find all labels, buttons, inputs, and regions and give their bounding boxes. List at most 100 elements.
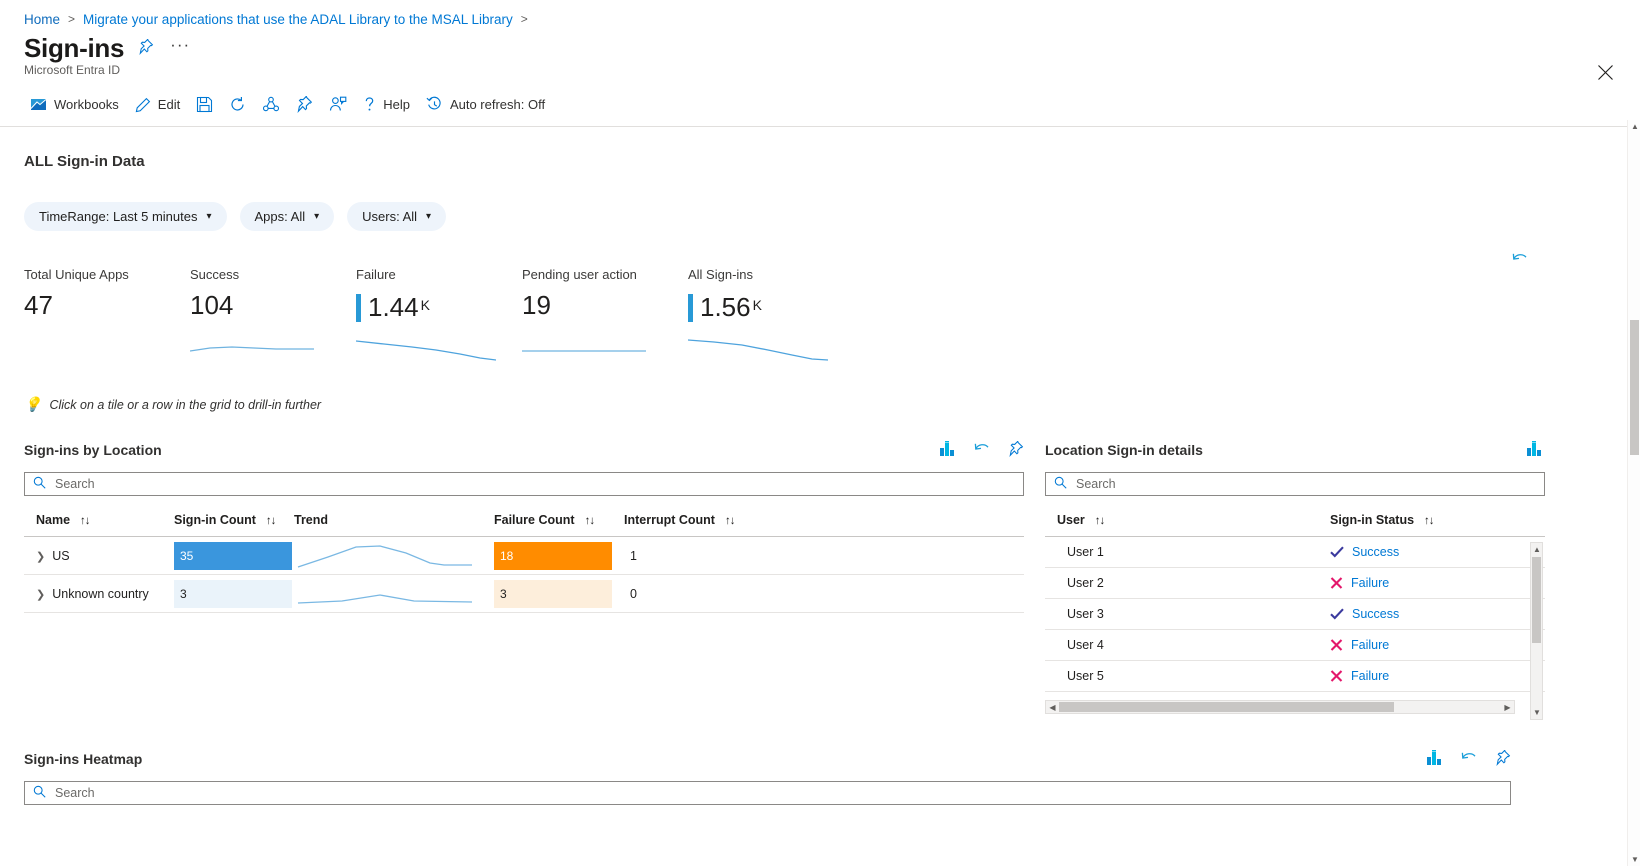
sort-icon[interactable]: ↑↓ xyxy=(725,515,735,527)
tile-all-signins[interactable]: All Sign-ins 1.56 K xyxy=(688,267,854,361)
chart-toggle-icon[interactable] xyxy=(940,441,958,459)
scroll-left-arrow-icon[interactable]: ◀ xyxy=(1046,703,1059,712)
tile-unit: K xyxy=(752,297,762,313)
edit-button[interactable]: Edit xyxy=(127,94,188,116)
expand-chevron-icon[interactable]: ❯ xyxy=(36,589,45,601)
table-row[interactable]: User 5 Failure xyxy=(1045,660,1545,692)
scroll-up-arrow-icon[interactable]: ▲ xyxy=(1533,545,1541,554)
vertical-scroll-thumb[interactable] xyxy=(1532,557,1541,643)
tile-pending-user-action[interactable]: Pending user action 19 xyxy=(522,267,688,352)
check-icon xyxy=(1330,608,1344,620)
table-row[interactable]: User 1 Success xyxy=(1045,536,1545,568)
signin-count-bar: 35 xyxy=(174,539,294,573)
chevron-down-icon: ▾ xyxy=(206,211,212,222)
table-row[interactable]: User 3 Success xyxy=(1045,598,1545,630)
sort-icon[interactable]: ↑↓ xyxy=(585,515,595,527)
table-row[interactable]: User 2 Failure xyxy=(1045,567,1545,599)
pin-icon[interactable] xyxy=(1495,748,1511,769)
bar-value: 35 xyxy=(180,548,194,563)
undo-icon[interactable] xyxy=(974,441,992,460)
filter-timerange[interactable]: TimeRange: Last 5 minutes ▾ xyxy=(24,202,227,231)
filter-users[interactable]: Users: All ▾ xyxy=(347,202,447,231)
column-header-name[interactable]: Name ↑↓ xyxy=(24,508,174,537)
table-header-row: Name ↑↓ Sign-in Count ↑↓ Trend Failure Cou… xyxy=(24,508,1024,537)
save-icon xyxy=(196,96,213,113)
scroll-right-arrow-icon[interactable]: ▶ xyxy=(1501,703,1514,712)
pin-icon[interactable] xyxy=(1008,439,1024,460)
auto-refresh-button[interactable]: Auto refresh: Off xyxy=(418,93,553,116)
column-header-user[interactable]: User ↑↓ xyxy=(1045,508,1330,537)
cell-signin-status: Failure xyxy=(1330,660,1545,692)
horizontal-scroll-thumb[interactable] xyxy=(1059,702,1394,712)
signins-by-location-table: Name ↑↓ Sign-in Count ↑↓ Trend Failure Cou… xyxy=(24,508,1024,613)
save-button[interactable] xyxy=(188,93,221,116)
scroll-down-arrow-icon[interactable]: ▼ xyxy=(1533,708,1541,717)
status-badge: Failure xyxy=(1330,638,1545,652)
breadcrumb-home[interactable]: Home xyxy=(24,12,60,27)
bar-value: 3 xyxy=(500,586,507,601)
column-header-signin-status[interactable]: Sign-in Status ↑↓ xyxy=(1330,508,1545,537)
cell-name[interactable]: ❯ US xyxy=(24,536,174,575)
table-row[interactable]: ❯ US 35 18 1 xyxy=(24,536,1024,575)
workbooks-label: Workbooks xyxy=(54,97,119,112)
column-header-trend[interactable]: Trend xyxy=(294,508,494,537)
expand-chevron-icon[interactable]: ❯ xyxy=(36,551,45,563)
interrupt-value: 0 xyxy=(630,586,637,601)
panel-actions xyxy=(940,439,1024,460)
pin-icon[interactable] xyxy=(138,37,154,58)
tile-accent-bar xyxy=(356,294,361,322)
cell-user: User 4 xyxy=(1045,629,1330,661)
page-vertical-scrollbar[interactable]: ▲ ▼ xyxy=(1627,120,1640,866)
right-grid-horizontal-scrollbar[interactable]: ◀ ▶ xyxy=(1045,700,1515,714)
share-button[interactable] xyxy=(254,93,288,116)
tiles-undo-icon[interactable] xyxy=(1512,251,1530,270)
sort-icon[interactable]: ↑↓ xyxy=(266,515,276,527)
sort-icon[interactable]: ↑↓ xyxy=(1424,515,1434,527)
tile-failure[interactable]: Failure 1.44 K xyxy=(356,267,522,361)
tile-value: 1.56 xyxy=(700,292,751,322)
tile-total-unique-apps[interactable]: Total Unique Apps 47 xyxy=(24,267,190,322)
status-badge: Success xyxy=(1330,607,1545,621)
cell-signin-count: 3 xyxy=(174,574,294,613)
page-subtitle: Microsoft Entra ID xyxy=(24,63,121,77)
table-row[interactable]: ❯ Unknown country 3 3 0 xyxy=(24,574,1024,613)
sort-icon[interactable]: ↑↓ xyxy=(1095,515,1105,527)
heatmap-search-input[interactable] xyxy=(53,785,1502,801)
breadcrumb-item-migrate[interactable]: Migrate your applications that use the A… xyxy=(83,12,513,27)
right-grid-vertical-scrollbar[interactable]: ▲ ▼ xyxy=(1530,542,1543,720)
close-icon[interactable] xyxy=(1597,64,1614,85)
trend-sparkline xyxy=(297,545,472,568)
bar-value: 3 xyxy=(180,586,187,601)
right-search-input[interactable] xyxy=(1074,476,1536,492)
pin-button[interactable] xyxy=(288,93,321,116)
table-row[interactable]: User 4 Failure xyxy=(1045,629,1545,661)
page-scroll-up-arrow-icon[interactable]: ▲ xyxy=(1631,122,1639,131)
add-user-button[interactable] xyxy=(321,93,355,116)
filter-apps[interactable]: Apps: All ▾ xyxy=(239,202,335,231)
tile-success[interactable]: Success 104 xyxy=(190,267,356,352)
bar-value: 18 xyxy=(500,548,514,563)
chart-toggle-icon[interactable] xyxy=(1427,750,1445,768)
column-header-failure-count[interactable]: Failure Count ↑↓ xyxy=(494,508,624,537)
help-button[interactable]: Help xyxy=(355,93,418,116)
sort-icon[interactable]: ↑↓ xyxy=(80,515,90,527)
page-scroll-thumb[interactable] xyxy=(1630,320,1639,455)
right-search-box[interactable] xyxy=(1045,472,1545,496)
column-header-signin-count[interactable]: Sign-in Count ↑↓ xyxy=(174,508,294,537)
cell-name[interactable]: ❯ Unknown country xyxy=(24,574,174,613)
chart-toggle-icon[interactable] xyxy=(1527,441,1545,459)
heatmap-search-box[interactable] xyxy=(24,781,1511,805)
left-search-input[interactable] xyxy=(53,476,1015,492)
left-search-box[interactable] xyxy=(24,472,1024,496)
status-badge: Failure xyxy=(1330,576,1545,590)
cell-interrupt-count: 1 xyxy=(624,536,1024,575)
undo-icon[interactable] xyxy=(1461,750,1479,769)
more-actions-ellipsis[interactable]: ··· xyxy=(170,36,190,53)
refresh-button[interactable] xyxy=(221,93,254,116)
metric-tiles-section: Total Unique Apps 47 Success 104 Failure xyxy=(24,253,1640,372)
page-scroll-down-arrow-icon[interactable]: ▼ xyxy=(1631,856,1639,864)
workbooks-button[interactable]: Workbooks xyxy=(22,93,127,116)
panel-header: Location Sign-in details xyxy=(1045,439,1545,461)
tile-value-wrap: 19 xyxy=(522,290,688,320)
column-header-interrupt-count[interactable]: Interrupt Count ↑↓ xyxy=(624,508,1024,537)
